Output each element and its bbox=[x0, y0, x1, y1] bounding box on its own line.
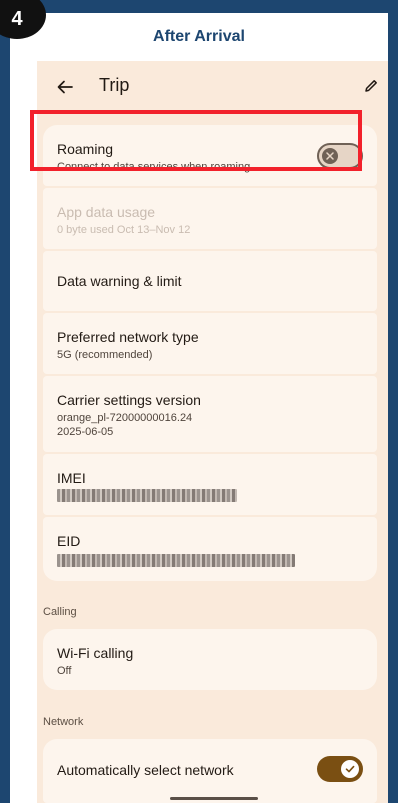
gesture-navigation-bar[interactable] bbox=[170, 797, 258, 800]
wifi-calling-setting[interactable]: Wi-Fi calling Off bbox=[43, 629, 377, 690]
page-title: Trip bbox=[99, 75, 130, 95]
roaming-title: Roaming bbox=[57, 141, 114, 157]
phone-screen: Trip Roaming Connect to data services wh… bbox=[37, 61, 388, 803]
imei-value-redacted bbox=[57, 489, 237, 502]
wifi-calling-subtitle: Off bbox=[57, 665, 72, 677]
data-warning-setting[interactable]: Data warning & limit bbox=[43, 251, 377, 311]
close-icon bbox=[326, 152, 334, 160]
preferred-network-title: Preferred network type bbox=[57, 329, 199, 345]
carrier-settings-version: Carrier settings version orange_pl-72000… bbox=[43, 376, 377, 452]
carrier-settings-line1: orange_pl-72000000016.24 bbox=[57, 412, 193, 424]
toggle-knob bbox=[341, 760, 359, 778]
preferred-network-subtitle: 5G (recommended) bbox=[57, 349, 153, 361]
top-app-bar: Trip bbox=[37, 61, 388, 109]
app-data-usage-setting: App data usage 0 byte used Oct 13–Nov 12 bbox=[43, 188, 377, 249]
back-button[interactable] bbox=[51, 73, 79, 101]
roaming-subtitle: Connect to data services when roaming bbox=[57, 161, 251, 173]
eid-value-redacted bbox=[57, 554, 295, 567]
section-label-network: Network bbox=[43, 716, 84, 728]
eid-setting: EID bbox=[43, 517, 377, 581]
carrier-settings-title: Carrier settings version bbox=[57, 392, 201, 408]
data-warning-title: Data warning & limit bbox=[57, 273, 182, 289]
app-data-usage-title: App data usage bbox=[57, 204, 156, 220]
step-title: After Arrival bbox=[153, 28, 245, 45]
eid-title: EID bbox=[57, 533, 81, 549]
auto-select-network-setting[interactable]: Automatically select network bbox=[43, 739, 377, 803]
edit-button[interactable] bbox=[358, 73, 384, 99]
toggle-knob bbox=[322, 148, 338, 164]
app-data-usage-subtitle: 0 byte used Oct 13–Nov 12 bbox=[57, 224, 191, 236]
carrier-settings-line2: 2025-06-05 bbox=[57, 426, 114, 438]
auto-network-title: Automatically select network bbox=[57, 762, 234, 778]
wifi-calling-title: Wi-Fi calling bbox=[57, 645, 134, 661]
auto-network-toggle[interactable] bbox=[317, 756, 363, 782]
pencil-icon bbox=[365, 80, 377, 92]
roaming-toggle[interactable] bbox=[317, 143, 363, 169]
check-icon bbox=[345, 765, 355, 773]
roaming-setting[interactable]: Roaming Connect to data services when ro… bbox=[43, 125, 377, 186]
section-label-calling: Calling bbox=[43, 606, 77, 618]
preferred-network-setting[interactable]: Preferred network type 5G (recommended) bbox=[43, 313, 377, 374]
imei-setting: IMEI bbox=[43, 454, 377, 515]
imei-title: IMEI bbox=[57, 470, 86, 486]
arrow-left-icon bbox=[57, 80, 73, 94]
tutorial-frame: 4 After Arrival Trip Roaming Connect to … bbox=[0, 0, 388, 803]
